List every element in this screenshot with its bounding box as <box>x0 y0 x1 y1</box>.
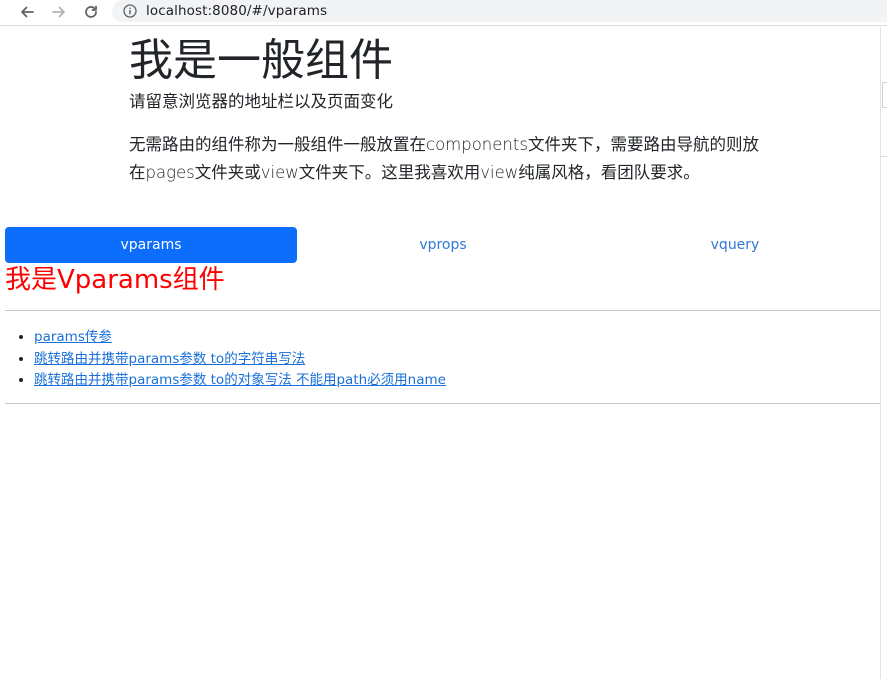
list-item: 跳转路由并携带params参数 to的对象写法 不能用path必须用name <box>34 370 446 392</box>
arrow-right-icon <box>52 6 65 18</box>
nav-pill-vparams[interactable]: vparams <box>5 227 297 263</box>
browser-toolbar: localhost:8080/#/vparams <box>0 0 887 26</box>
lead-text: 请留意浏览器的地址栏以及页面变化 <box>129 92 393 111</box>
page-title: 我是一般组件 <box>129 35 393 86</box>
address-bar[interactable]: localhost:8080/#/vparams <box>112 0 887 22</box>
page-content: 我是一般组件 请留意浏览器的地址栏以及页面变化 无需路由的组件称为一般组件一般放… <box>0 27 881 679</box>
link-list: params传参 跳转路由并携带params参数 to的字符串写法 跳转路由并携… <box>5 327 446 392</box>
info-icon[interactable] <box>123 4 137 18</box>
description-text: 无需路由的组件称为一般组件一般放置在components文件夹下，需要路由导航的… <box>129 135 759 182</box>
url-text[interactable]: localhost:8080/#/vparams <box>146 3 327 19</box>
side-panel-handle[interactable] <box>882 82 887 108</box>
reload-icon <box>85 5 97 18</box>
list-item: 跳转路由并携带params参数 to的字符串写法 <box>34 349 446 371</box>
nav-pill-vprops[interactable]: vprops <box>297 227 589 263</box>
reload-button[interactable] <box>80 1 102 23</box>
component-title: 我是Vparams组件 <box>5 265 225 295</box>
divider <box>5 403 881 404</box>
nav-pill-vquery[interactable]: vquery <box>589 227 881 263</box>
forward-button[interactable] <box>48 1 70 23</box>
divider <box>5 310 881 311</box>
back-button[interactable] <box>16 1 38 23</box>
link-params-object[interactable]: 跳转路由并携带params参数 to的对象写法 不能用path必须用name <box>34 372 446 388</box>
nav-pills: vparams vprops vquery <box>5 227 881 263</box>
link-params-string[interactable]: 跳转路由并携带params参数 to的字符串写法 <box>34 351 305 367</box>
divider <box>881 156 887 157</box>
side-panel-edge <box>880 27 887 679</box>
arrow-left-icon <box>21 6 34 18</box>
link-params[interactable]: params传参 <box>34 329 112 345</box>
list-item: params传参 <box>34 327 446 349</box>
